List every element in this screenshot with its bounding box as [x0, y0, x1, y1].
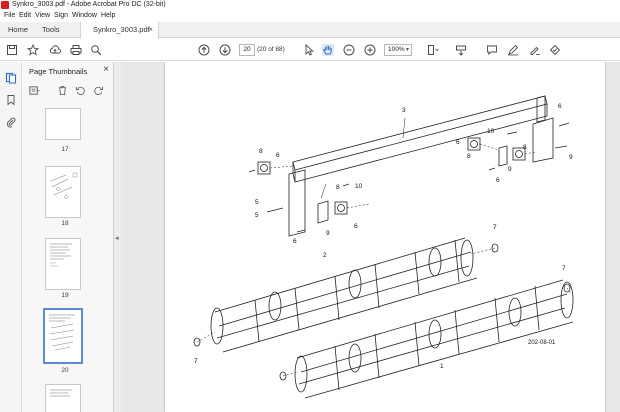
zoom-in-icon[interactable] — [364, 44, 376, 56]
thumbnail-label: 17 — [61, 146, 69, 153]
page-thumbnail-18[interactable] — [45, 166, 81, 218]
page-number-input[interactable]: 20 — [239, 44, 255, 56]
callout-label: 7 — [562, 265, 566, 272]
fill-sign-icon[interactable] — [549, 44, 561, 56]
cloud-upload-icon[interactable] — [49, 44, 61, 56]
menu-help[interactable]: Help — [101, 12, 115, 19]
thumbnail-label: 20 — [61, 367, 69, 374]
callout-label: 8 — [259, 148, 263, 155]
callout-label: 9 — [508, 166, 512, 173]
tab-close-icon[interactable]: × — [148, 22, 153, 38]
tab-bar: Home Tools Synkro_3003.pdf × — [0, 22, 620, 39]
draw-signature-icon[interactable] — [529, 44, 541, 56]
panel-toolbar — [27, 84, 111, 98]
menu-window[interactable]: Window — [72, 12, 97, 19]
save-icon[interactable] — [6, 44, 18, 56]
tab-document[interactable]: Synkro_3003.pdf × — [80, 22, 159, 39]
zoom-level-select[interactable]: 100% ▾ — [384, 44, 412, 56]
panel-close-icon[interactable]: × — [103, 64, 109, 75]
callout-label: 6 — [354, 223, 358, 230]
figure-code: 202-08-01 — [528, 340, 556, 346]
page-thumbnail-19[interactable] — [45, 238, 81, 290]
bookmark-icon[interactable] — [5, 94, 17, 106]
callout-label: 6 — [558, 103, 562, 110]
acrobat-app-icon — [1, 1, 9, 9]
menu-edit[interactable]: Edit — [19, 12, 31, 19]
rotate-left-icon[interactable] — [75, 85, 86, 96]
print-icon[interactable] — [70, 44, 82, 56]
rotate-right-icon[interactable] — [93, 85, 104, 96]
callout-label: 1 — [440, 363, 444, 370]
menu-file[interactable]: File — [4, 12, 15, 19]
callout-label: 9 — [569, 154, 573, 161]
callout-label: 6 — [293, 238, 297, 245]
page-thumbnail-17[interactable] — [45, 108, 81, 140]
zoom-level-value: 100% — [388, 46, 405, 53]
next-page-icon[interactable] — [219, 44, 231, 56]
callout-label: 8 — [467, 153, 471, 160]
callout-label: 8 — [336, 184, 340, 191]
page-thumbnail-21[interactable] — [45, 384, 81, 412]
callout-label: 3 — [402, 107, 406, 114]
pdf-page: 3 6 10 6 8 9 6 8 9 8 6 10 8 5 9 6 5 6 7 … — [165, 62, 605, 412]
select-cursor-icon[interactable] — [303, 44, 315, 56]
hand-tool-icon[interactable] — [322, 44, 334, 56]
tab-tools[interactable]: Tools — [42, 22, 60, 38]
tab-home[interactable]: Home — [8, 22, 28, 38]
callout-label: 7 — [493, 224, 497, 231]
callout-label: 8 — [523, 144, 527, 151]
collapse-panel-icon[interactable]: ◂ — [115, 234, 119, 242]
search-icon[interactable] — [90, 44, 102, 56]
callout-label: 9 — [326, 230, 330, 237]
main-toolbar: 20 (20 of 88) 100% ▾ — [0, 39, 620, 61]
page-layout-icon[interactable] — [427, 44, 439, 56]
previous-page-icon[interactable] — [198, 44, 210, 56]
attachment-icon[interactable] — [5, 116, 17, 128]
thumbnail-label: 19 — [61, 292, 69, 299]
exploded-parts-diagram — [193, 95, 574, 399]
zoom-out-icon[interactable] — [343, 44, 355, 56]
page-count: (20 of 88) — [257, 46, 285, 53]
title-bar: Synkro_3003.pdf - Adobe Acrobat Pro DC (… — [0, 0, 620, 11]
panel-title: Page Thumbnails — [29, 67, 88, 76]
menu-bar: File Edit View Sign Window Help — [0, 11, 620, 22]
callout-label: 6 — [456, 139, 460, 146]
menu-sign[interactable]: Sign — [54, 12, 68, 19]
bookmark-star-icon[interactable] — [27, 44, 39, 56]
callout-label: 6 — [276, 152, 280, 159]
page-thumbnail-20[interactable] — [43, 308, 83, 364]
window-title: Synkro_3003.pdf - Adobe Acrobat Pro DC (… — [12, 1, 166, 8]
chevron-down-icon: ▾ — [405, 47, 409, 53]
callout-label: 5 — [255, 199, 259, 206]
document-view: 3 6 10 6 8 9 6 8 9 8 6 10 8 5 9 6 5 6 7 … — [121, 62, 620, 412]
thumbnail-options-icon[interactable] — [29, 85, 40, 96]
callout-label: 10 — [355, 183, 363, 190]
callout-label: 5 — [255, 212, 259, 219]
thumbnail-list: 17 18 19 20 — [23, 108, 107, 412]
tab-document-label: Synkro_3003.pdf — [93, 25, 150, 34]
callout-label: 10 — [487, 128, 495, 135]
delete-page-icon[interactable] — [57, 85, 68, 96]
comment-icon[interactable] — [486, 44, 498, 56]
menu-view[interactable]: View — [35, 12, 50, 19]
fit-page-icon[interactable] — [455, 44, 467, 56]
callout-label: 7 — [194, 358, 198, 365]
callout-label: 2 — [323, 252, 327, 259]
thumbnail-label: 18 — [61, 220, 69, 227]
highlight-pen-icon[interactable] — [507, 44, 519, 56]
page-thumbnails-icon[interactable] — [5, 72, 17, 84]
page-thumbnails-panel: Page Thumbnails × 17 18 19 20 — [23, 62, 131, 412]
callout-label: 6 — [496, 177, 500, 184]
navigation-rail — [0, 62, 22, 412]
panel-splitter[interactable]: ◂ — [114, 62, 121, 412]
